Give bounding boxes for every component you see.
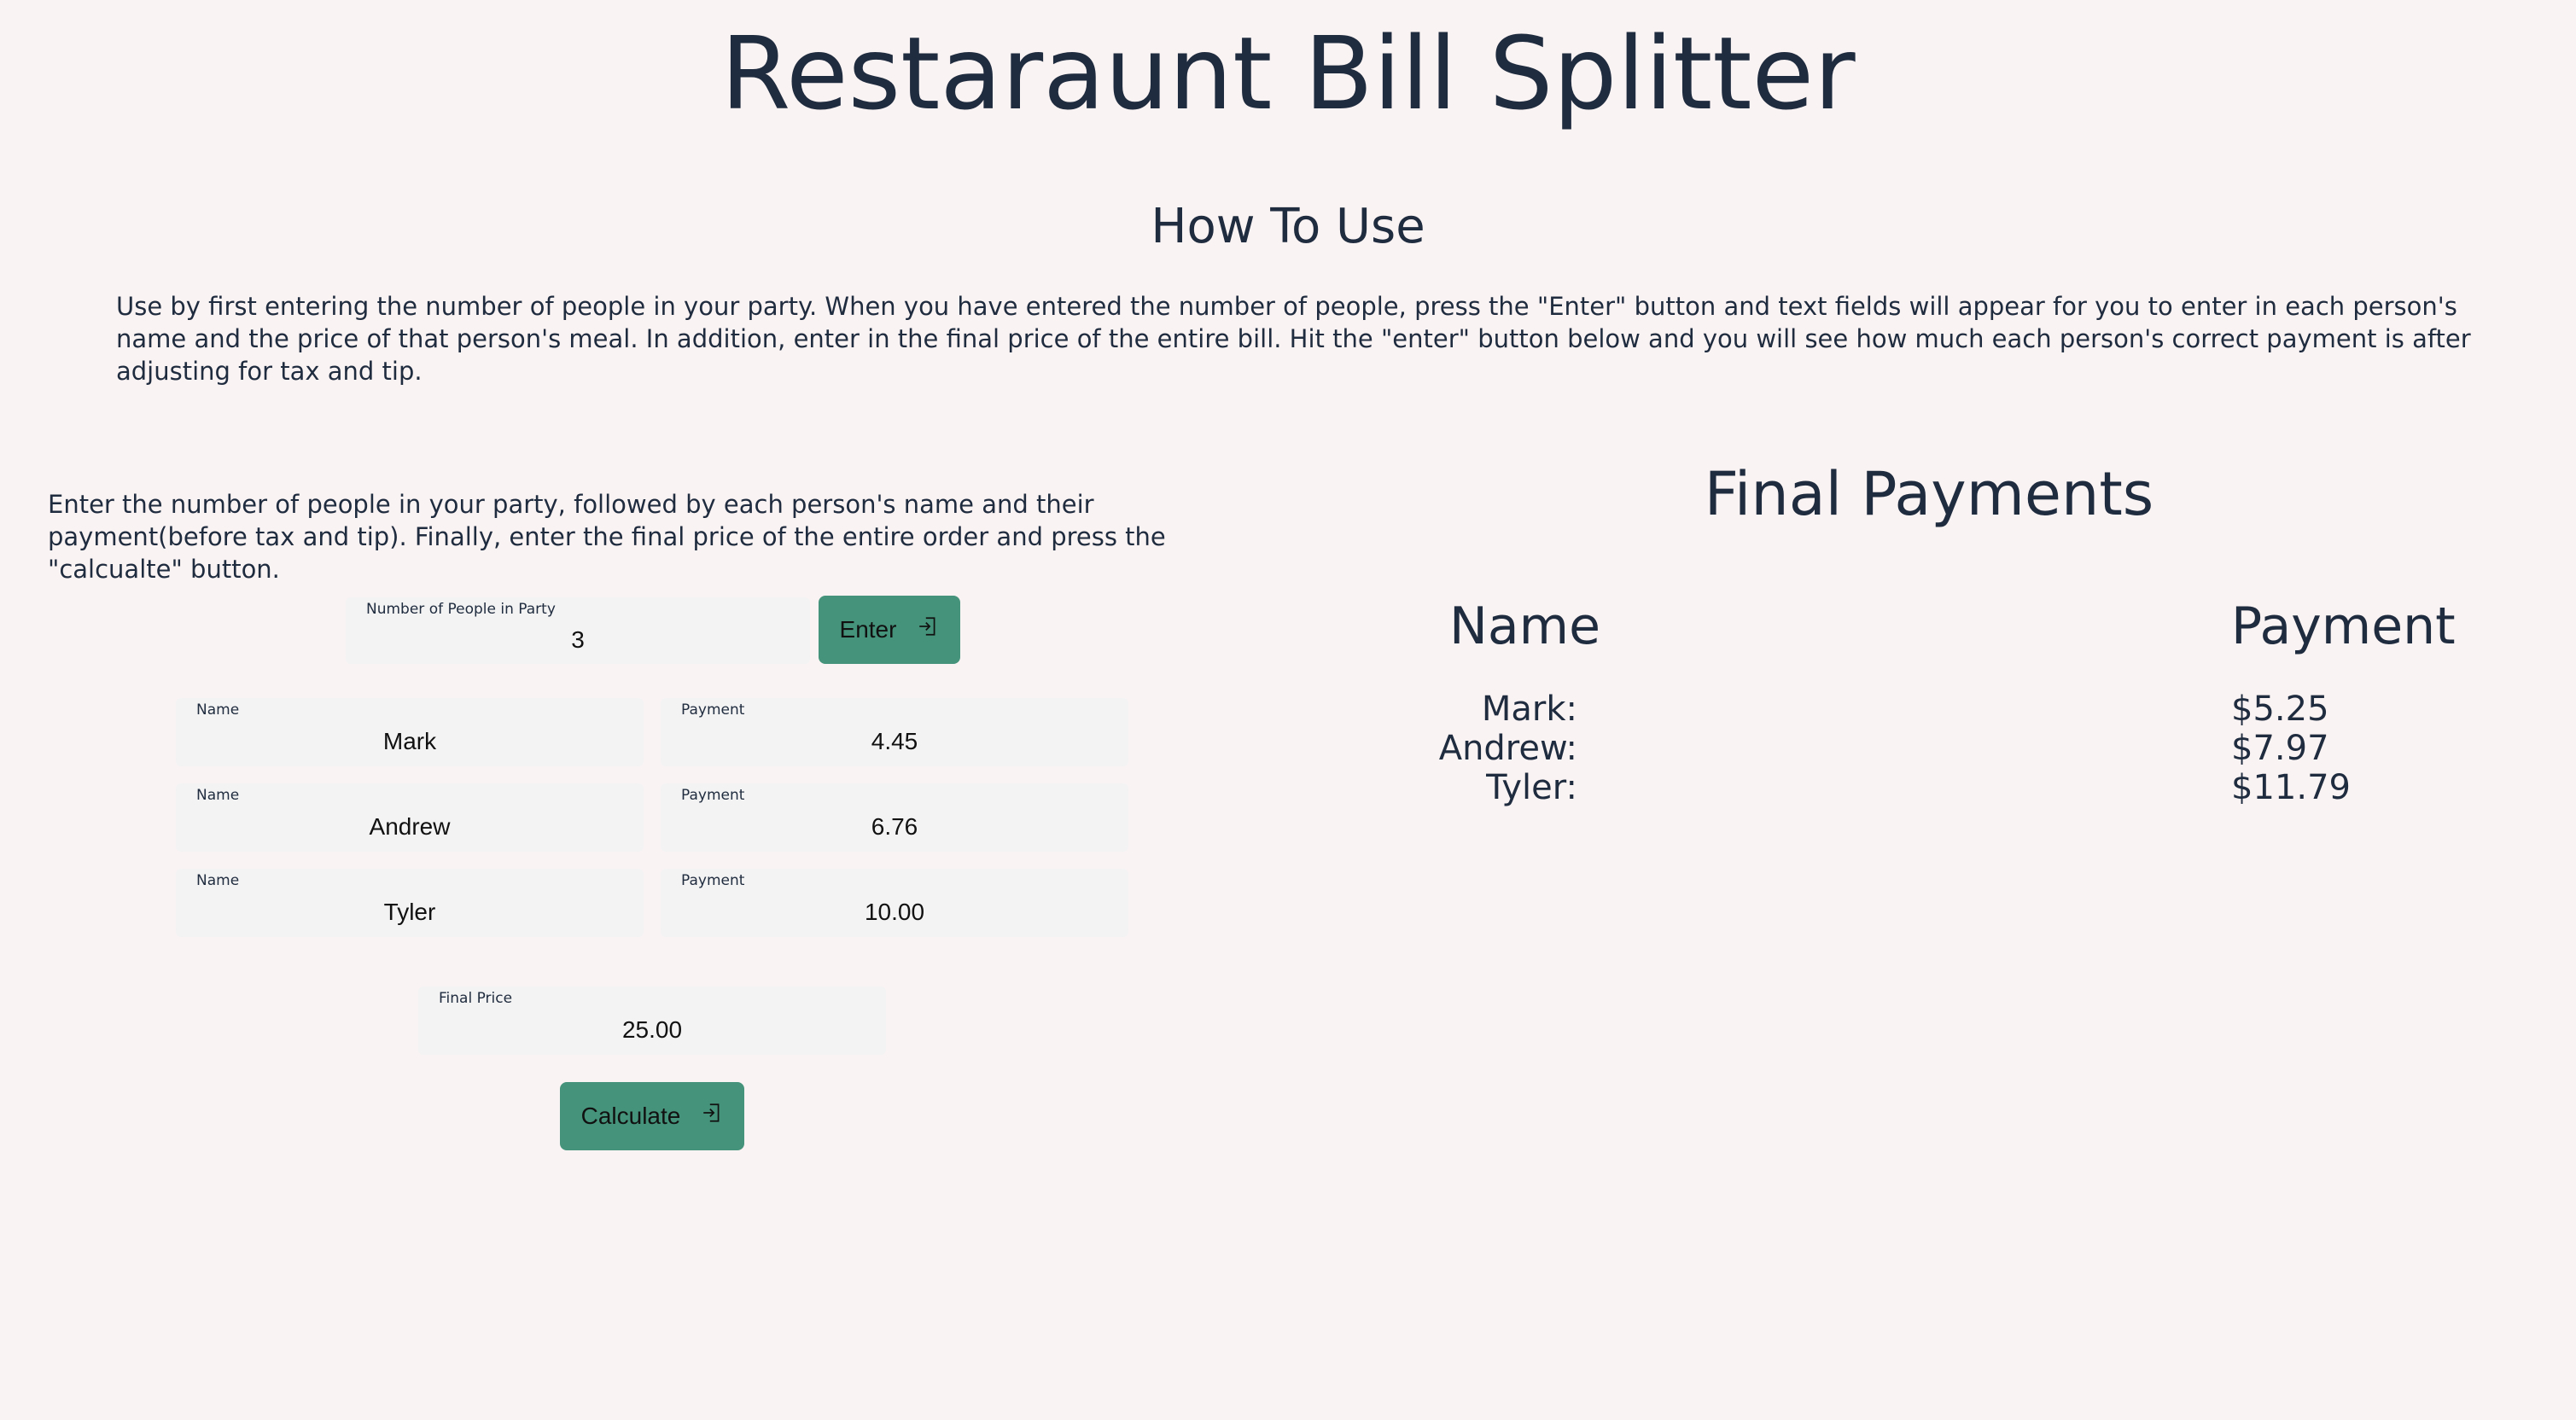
result-name: Andrew: <box>1438 729 1577 768</box>
calculate-button-label: Calculate <box>580 1103 681 1129</box>
result-name: Tyler: <box>1486 768 1577 807</box>
person-name-input[interactable]: Tyler <box>176 888 644 937</box>
calculate-button[interactable]: Calculate <box>560 1082 744 1150</box>
person-name-field[interactable]: Name Andrew <box>176 783 644 852</box>
login-icon <box>703 1103 720 1122</box>
person-payment-field[interactable]: Payment 10.00 <box>661 869 1128 937</box>
person-name-field[interactable]: Name Mark <box>176 698 644 766</box>
person-payment-input[interactable]: 10.00 <box>661 888 1128 937</box>
result-names: Mark: Andrew: Tyler: <box>1280 690 1577 807</box>
people-count-field[interactable]: Number of People in Party 3 <box>346 597 810 664</box>
person-payment-input[interactable]: 4.45 <box>661 717 1128 766</box>
people-count-input[interactable]: 3 <box>346 616 810 664</box>
result-name: Mark: <box>1481 690 1577 729</box>
result-payments: $5.25 $7.97 $11.79 <box>2231 690 2538 807</box>
name-column-header: Name <box>1449 597 1601 656</box>
person-payment-input[interactable]: 6.76 <box>661 802 1128 852</box>
person-name-input[interactable]: Andrew <box>176 802 644 852</box>
enter-button[interactable]: Enter <box>819 596 960 664</box>
result-payment: $7.97 <box>2231 729 2329 768</box>
page-title: Restaraunt Bill Splitter <box>720 15 1856 132</box>
how-to-use-heading: How To Use <box>1151 199 1425 254</box>
payment-column-header: Payment <box>2231 597 2456 656</box>
result-payment: $11.79 <box>2231 768 2351 807</box>
final-payments-heading: Final Payments <box>1704 459 2154 529</box>
login-icon <box>919 617 935 636</box>
person-name-field[interactable]: Name Tyler <box>176 869 644 937</box>
person-name-input[interactable]: Mark <box>176 717 644 766</box>
person-payment-field[interactable]: Payment 6.76 <box>661 783 1128 852</box>
enter-button-label: Enter <box>839 616 897 643</box>
form-instructions: Enter the number of people in your party… <box>48 490 1166 584</box>
how-to-use-text: Use by first entering the number of peop… <box>116 292 2471 386</box>
person-payment-field[interactable]: Payment 4.45 <box>661 698 1128 766</box>
final-price-field[interactable]: Final Price 25.00 <box>418 986 886 1055</box>
final-price-input[interactable]: 25.00 <box>418 1005 886 1055</box>
result-payment: $5.25 <box>2231 690 2329 729</box>
